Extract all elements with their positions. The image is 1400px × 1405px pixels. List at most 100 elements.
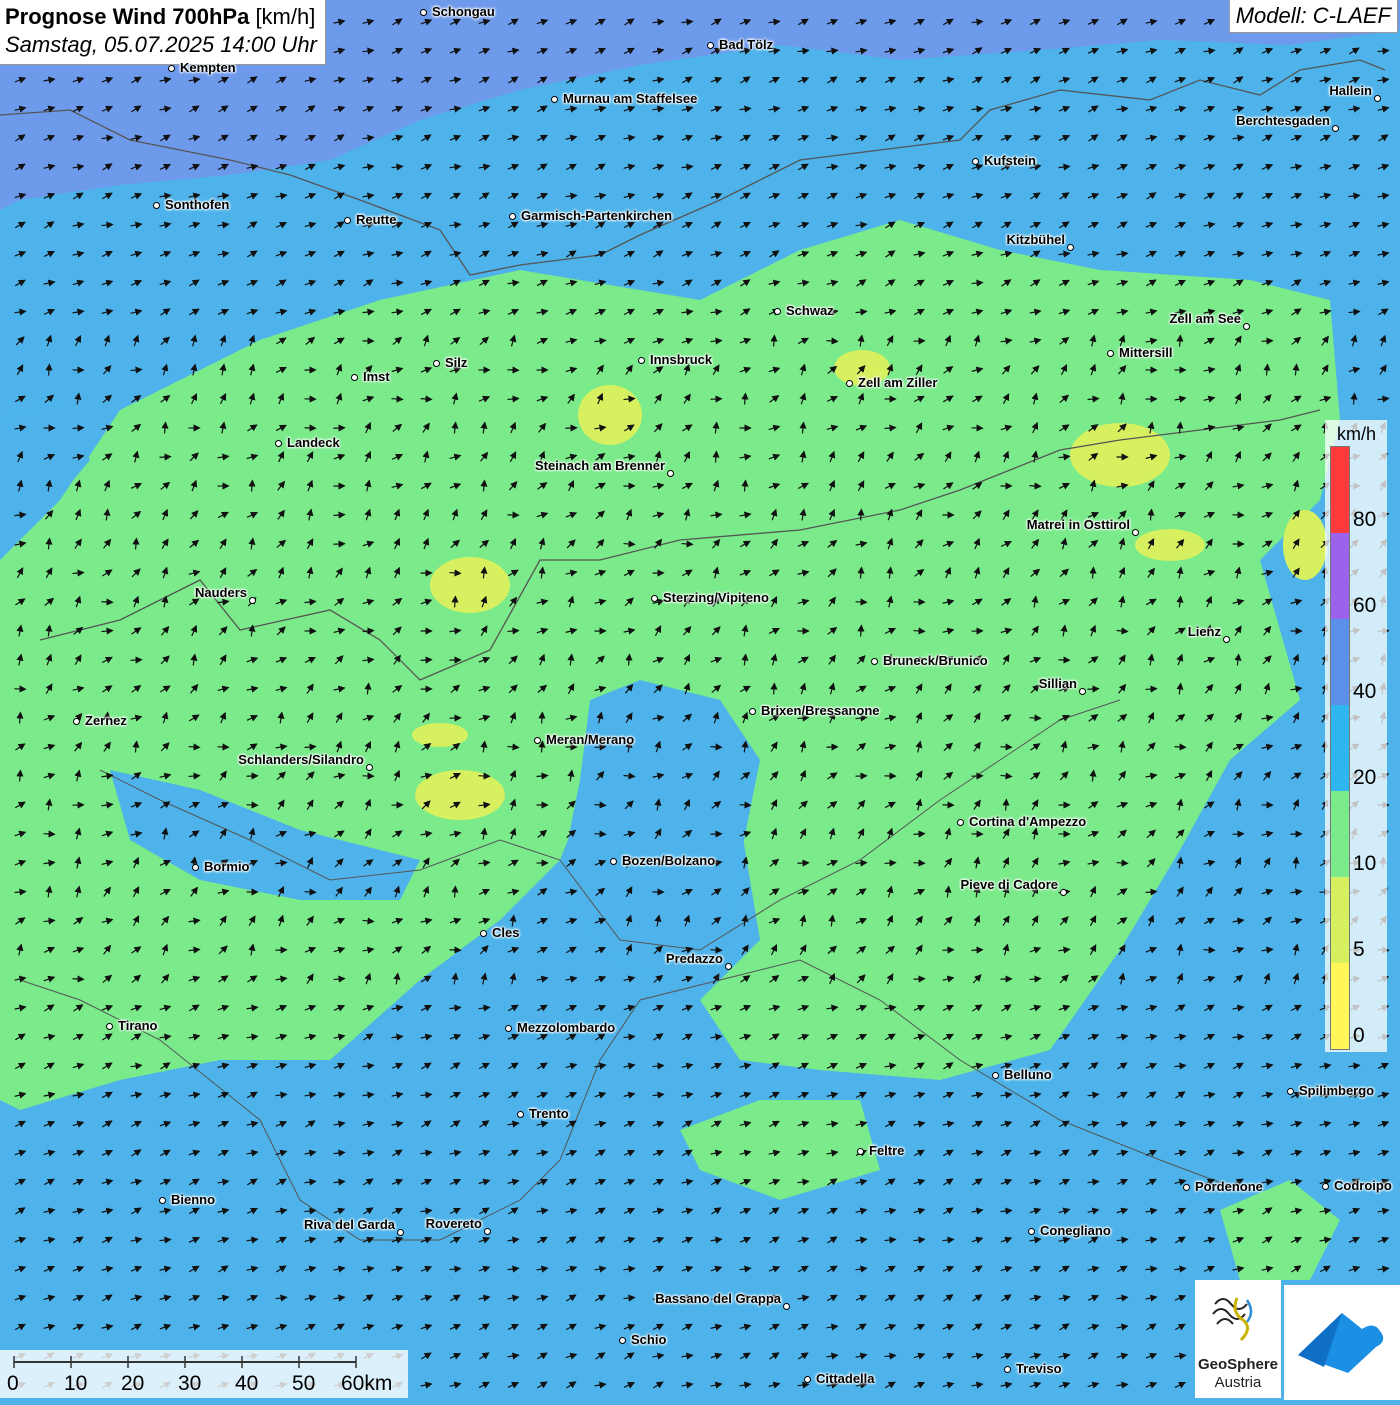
city-label: Schongau bbox=[432, 4, 495, 19]
city-label: Zell am See bbox=[1169, 311, 1241, 326]
wind-arrow-icon bbox=[1030, 718, 1041, 719]
city-dot-icon bbox=[159, 1197, 166, 1204]
wind-arrow-icon bbox=[566, 428, 577, 429]
wind-patch-calm-3 bbox=[415, 770, 505, 820]
wind-patch-calm-4 bbox=[1070, 423, 1170, 487]
wind-arrow-icon bbox=[247, 776, 258, 777]
wind-patch-calm-6 bbox=[1283, 510, 1327, 580]
city-label: Lienz bbox=[1188, 624, 1221, 639]
city-dot-icon bbox=[774, 308, 781, 315]
city-label: Schwaz bbox=[786, 303, 834, 318]
color-legend: km/h 806040201050 bbox=[1325, 420, 1387, 1052]
wind-arrow-icon bbox=[711, 747, 722, 748]
wind-arrow-icon bbox=[740, 805, 751, 806]
city-label: Brixen/Bressanone bbox=[761, 703, 880, 718]
city-label: Belluno bbox=[1004, 1067, 1052, 1082]
city-dot-icon bbox=[667, 470, 674, 477]
city-dot-icon bbox=[397, 1229, 404, 1236]
city-dot-icon bbox=[957, 819, 964, 826]
wind-arrow-icon bbox=[972, 950, 983, 951]
city-label: Cittadella bbox=[816, 1371, 875, 1386]
legend-label: 20 bbox=[1353, 766, 1376, 790]
city-label: Spilimbergo bbox=[1299, 1083, 1374, 1098]
city-dot-icon bbox=[749, 708, 756, 715]
city-dot-icon bbox=[73, 718, 80, 725]
city-dot-icon bbox=[505, 1025, 512, 1032]
wind-arrow-icon bbox=[421, 660, 432, 661]
city-dot-icon bbox=[619, 1337, 626, 1344]
wind-arrow-icon bbox=[247, 805, 258, 806]
wind-arrow-icon bbox=[1262, 341, 1273, 342]
city-label: Schio bbox=[631, 1332, 666, 1347]
wind-arrow-icon bbox=[542, 713, 543, 724]
city-label: Treviso bbox=[1016, 1361, 1062, 1376]
city-dot-icon bbox=[433, 360, 440, 367]
legend-label: 0 bbox=[1353, 1024, 1365, 1048]
scale-bar-label: 20 bbox=[121, 1372, 144, 1396]
legend-label: 10 bbox=[1353, 852, 1376, 876]
city-dot-icon bbox=[707, 42, 714, 49]
city-label: Sonthofen bbox=[165, 197, 229, 212]
scale-bar-label: 0 bbox=[7, 1372, 19, 1396]
city-dot-icon bbox=[168, 65, 175, 72]
city-dot-icon bbox=[480, 930, 487, 937]
wind-arrow-icon bbox=[914, 863, 925, 864]
wind-arrow-icon bbox=[1006, 800, 1007, 811]
city-dot-icon bbox=[534, 737, 541, 744]
city-label: Bozen/Bolzano bbox=[622, 853, 715, 868]
wind-patch-calm-1 bbox=[430, 557, 510, 613]
wind-arrow-icon bbox=[1233, 834, 1244, 835]
city-label: Landeck bbox=[287, 435, 340, 450]
wind-arrow-icon bbox=[508, 370, 519, 371]
geosphere-logo: GeoSphere Austria bbox=[1195, 1280, 1281, 1398]
city-dot-icon bbox=[192, 864, 199, 871]
scale-bar-label: 50 bbox=[292, 1372, 315, 1396]
legend-color-segment bbox=[1331, 447, 1349, 533]
scale-bar-label: 10 bbox=[64, 1372, 87, 1396]
scale-bar-label: 40 bbox=[235, 1372, 258, 1396]
city-label: Nauders bbox=[195, 585, 247, 600]
wind-arrow-icon bbox=[914, 631, 925, 632]
scale-bar-line bbox=[0, 1352, 408, 1372]
wind-arrow-icon bbox=[305, 892, 316, 893]
city-label: Matrei in Osttirol bbox=[1027, 517, 1130, 532]
wind-arrow-icon bbox=[861, 510, 862, 521]
city-label: Schlanders/Silandro bbox=[238, 752, 364, 767]
legend-color-segment bbox=[1331, 791, 1349, 877]
wind-arrow-icon bbox=[252, 481, 253, 492]
city-label: Trento bbox=[529, 1106, 569, 1121]
city-dot-icon bbox=[551, 96, 558, 103]
wind-arrow-icon bbox=[1204, 950, 1215, 951]
wind-arrow-icon bbox=[334, 428, 345, 429]
legend-color-segment bbox=[1331, 963, 1349, 1049]
map-title: Prognose Wind 700hPa [km/h] bbox=[5, 3, 317, 31]
city-dot-icon bbox=[420, 9, 427, 16]
wind-arrow-icon bbox=[160, 457, 171, 458]
city-label: Feltre bbox=[869, 1143, 904, 1158]
city-label: Kitzbühel bbox=[1007, 232, 1066, 247]
city-label: Zell am Ziller bbox=[858, 375, 937, 390]
wind-arrow-icon bbox=[595, 805, 606, 806]
wind-arrow-icon bbox=[1030, 486, 1041, 487]
logo-name-line1: GeoSphere bbox=[1195, 1356, 1281, 1373]
wind-patch-calm-8 bbox=[412, 723, 468, 747]
wind-arrow-icon bbox=[49, 365, 50, 376]
wind-arrow-icon bbox=[774, 684, 775, 695]
wind-arrow-icon bbox=[711, 399, 722, 400]
city-label: Murnau am Staffelsee bbox=[563, 91, 697, 106]
wind-arrow-icon bbox=[455, 597, 456, 608]
city-label: Bassano del Grappa bbox=[655, 1291, 781, 1306]
city-label: Hallein bbox=[1329, 83, 1372, 98]
wind-arrow-icon bbox=[914, 834, 925, 835]
city-dot-icon bbox=[366, 764, 373, 771]
wind-arrow-icon bbox=[73, 428, 84, 429]
city-dot-icon bbox=[275, 440, 282, 447]
city-label: Kufstein bbox=[984, 153, 1036, 168]
wind-arrow-icon bbox=[131, 660, 142, 661]
wind-arrow-icon bbox=[421, 399, 432, 400]
city-dot-icon bbox=[1374, 95, 1381, 102]
city-label: Codroipo bbox=[1334, 1178, 1392, 1193]
city-label: Riva del Garda bbox=[304, 1217, 395, 1232]
city-label: Cortina d'Ampezzo bbox=[969, 814, 1086, 829]
city-dot-icon bbox=[1028, 1228, 1035, 1235]
